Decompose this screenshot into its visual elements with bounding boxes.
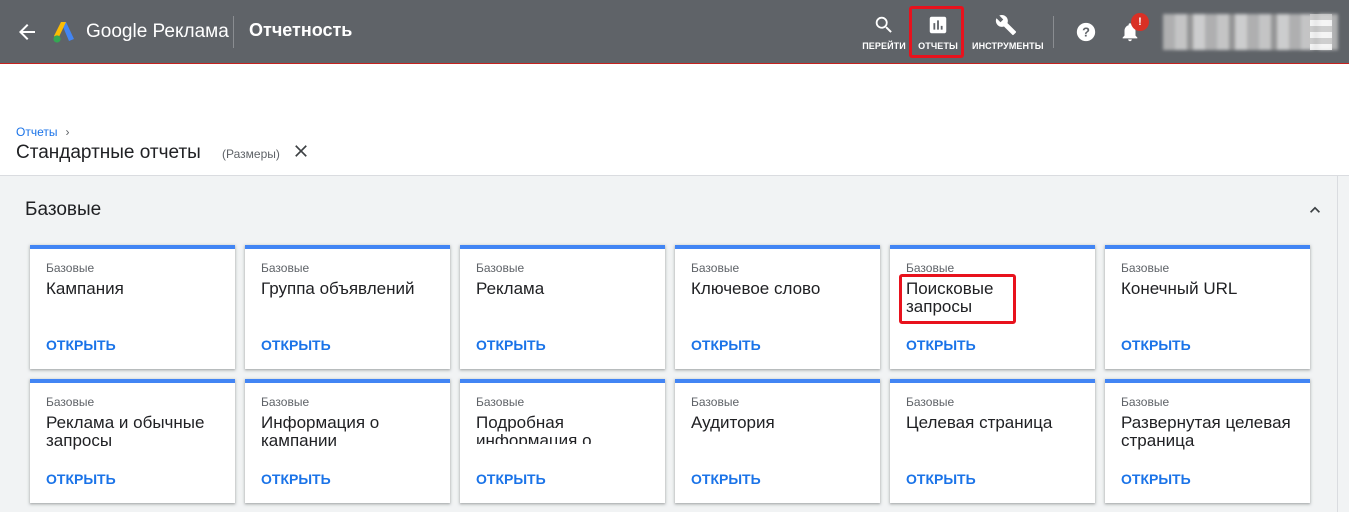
open-report-button[interactable]: ОТКРЫТЬ	[261, 471, 331, 487]
report-card[interactable]: Базовые Целевая страница ОТКРЫТЬ	[890, 379, 1095, 503]
brand-name: Google Реклама	[86, 21, 229, 42]
card-category: Базовые	[906, 395, 955, 409]
card-title: Реклама	[476, 280, 545, 298]
card-title: Аудитория	[691, 414, 775, 432]
report-card[interactable]: Базовые Реклама ОТКРЫТЬ	[460, 245, 665, 369]
card-category: Базовые	[261, 395, 310, 409]
header-divider	[1053, 16, 1054, 48]
card-title: Целевая страница	[906, 414, 1053, 432]
search-queries-highlight-frame	[899, 274, 1016, 324]
card-title: Кампания	[46, 280, 124, 298]
help-icon[interactable]: ?	[1075, 21, 1097, 43]
search-button[interactable]: ПЕРЕЙТИ	[862, 10, 906, 56]
report-card[interactable]: Базовые Реклама и обычные запросы ОТКРЫТ…	[30, 379, 235, 503]
open-report-button[interactable]: ОТКРЫТЬ	[476, 471, 546, 487]
report-card[interactable]: Базовые Информация о кампании ОТКРЫТЬ	[245, 379, 450, 503]
page-title: Стандартные отчеты	[16, 142, 201, 163]
report-card[interactable]: Базовые Аудитория ОТКРЫТЬ	[675, 379, 880, 503]
chevron-right-icon: ›	[65, 125, 70, 139]
open-report-button[interactable]: ОТКРЫТЬ	[476, 337, 546, 353]
card-category: Базовые	[476, 395, 525, 409]
basic-reports-section: Базовые Базовые Кампания ОТКРЫТЬ Базовые…	[0, 175, 1349, 512]
open-report-button[interactable]: ОТКРЫТЬ	[1121, 471, 1191, 487]
open-report-button[interactable]: ОТКРЫТЬ	[1121, 337, 1191, 353]
search-icon	[875, 16, 892, 33]
card-category: Базовые	[1121, 261, 1170, 275]
arrow-left-icon[interactable]	[14, 20, 40, 44]
card-category: Базовые	[1121, 395, 1170, 409]
open-report-button[interactable]: ОТКРЫТЬ	[691, 337, 761, 353]
card-category: Базовые	[476, 261, 525, 275]
chevron-up-icon[interactable]	[1305, 200, 1325, 220]
app-section-title: Отчетность	[249, 20, 353, 40]
card-category: Базовые	[46, 261, 95, 275]
top-app-bar: Google Реклама Отчетность ПЕРЕЙТИ ОТЧЕТЫ…	[0, 0, 1349, 64]
open-report-button[interactable]: ОТКРЫТЬ	[906, 471, 976, 487]
card-category: Базовые	[906, 261, 955, 275]
svg-text:?: ?	[1082, 25, 1090, 40]
section-title: Базовые	[25, 199, 102, 220]
card-category: Базовые	[261, 261, 310, 275]
breadcrumb[interactable]: Отчеты ›	[16, 125, 69, 139]
card-title: Реклама и обычные запросы	[46, 414, 205, 450]
card-title: Информация о кампании	[261, 414, 380, 450]
card-title: Конечный URL	[1121, 280, 1238, 298]
open-report-button[interactable]: ОТКРЫТЬ	[261, 337, 331, 353]
tools-button[interactable]: ИНСТРУМЕНТЫ	[972, 10, 1044, 56]
open-report-button[interactable]: ОТКРЫТЬ	[46, 471, 116, 487]
wrench-icon	[995, 15, 1017, 36]
card-title: Ключевое слово	[691, 280, 821, 298]
close-icon[interactable]	[291, 141, 311, 161]
open-report-button[interactable]: ОТКРЫТЬ	[46, 337, 116, 353]
report-card[interactable]: Базовые Кампания ОТКРЫТЬ	[30, 245, 235, 369]
report-card[interactable]: Базовые Подробная информация о группах О…	[460, 379, 665, 503]
breadcrumb-reports-link[interactable]: Отчеты	[16, 125, 57, 139]
card-title: Развернутая целевая страница	[1121, 414, 1291, 450]
report-card[interactable]: Базовые Развернутая целевая страница ОТК…	[1105, 379, 1310, 503]
report-card[interactable]: Базовые Группа объявлений ОТКРЫТЬ	[245, 245, 450, 369]
report-card[interactable]: Базовые Конечный URL ОТКРЫТЬ	[1105, 245, 1310, 369]
card-title: Группа объявлений	[261, 280, 415, 298]
search-button-label: ПЕРЕЙТИ	[862, 41, 906, 51]
header-divider	[233, 16, 234, 48]
reports-highlight-frame	[909, 6, 964, 58]
google-ads-logo-icon	[53, 22, 74, 43]
tools-button-label: ИНСТРУМЕНТЫ	[972, 41, 1044, 51]
card-category: Базовые	[691, 261, 740, 275]
open-report-button[interactable]: ОТКРЫТЬ	[691, 471, 761, 487]
open-report-button[interactable]: ОТКРЫТЬ	[906, 337, 976, 353]
card-category: Базовые	[691, 395, 740, 409]
card-title: Подробная информация о группах	[476, 414, 592, 444]
report-card[interactable]: Базовые Ключевое слово ОТКРЫТЬ	[675, 245, 880, 369]
card-category: Базовые	[46, 395, 95, 409]
page-subtitle: (Размеры)	[222, 147, 280, 161]
section-panel: Базовые Базовые Кампания ОТКРЫТЬ Базовые…	[0, 176, 1338, 512]
account-avatar-blurred[interactable]	[1310, 14, 1332, 50]
notification-badge: !	[1131, 13, 1149, 31]
